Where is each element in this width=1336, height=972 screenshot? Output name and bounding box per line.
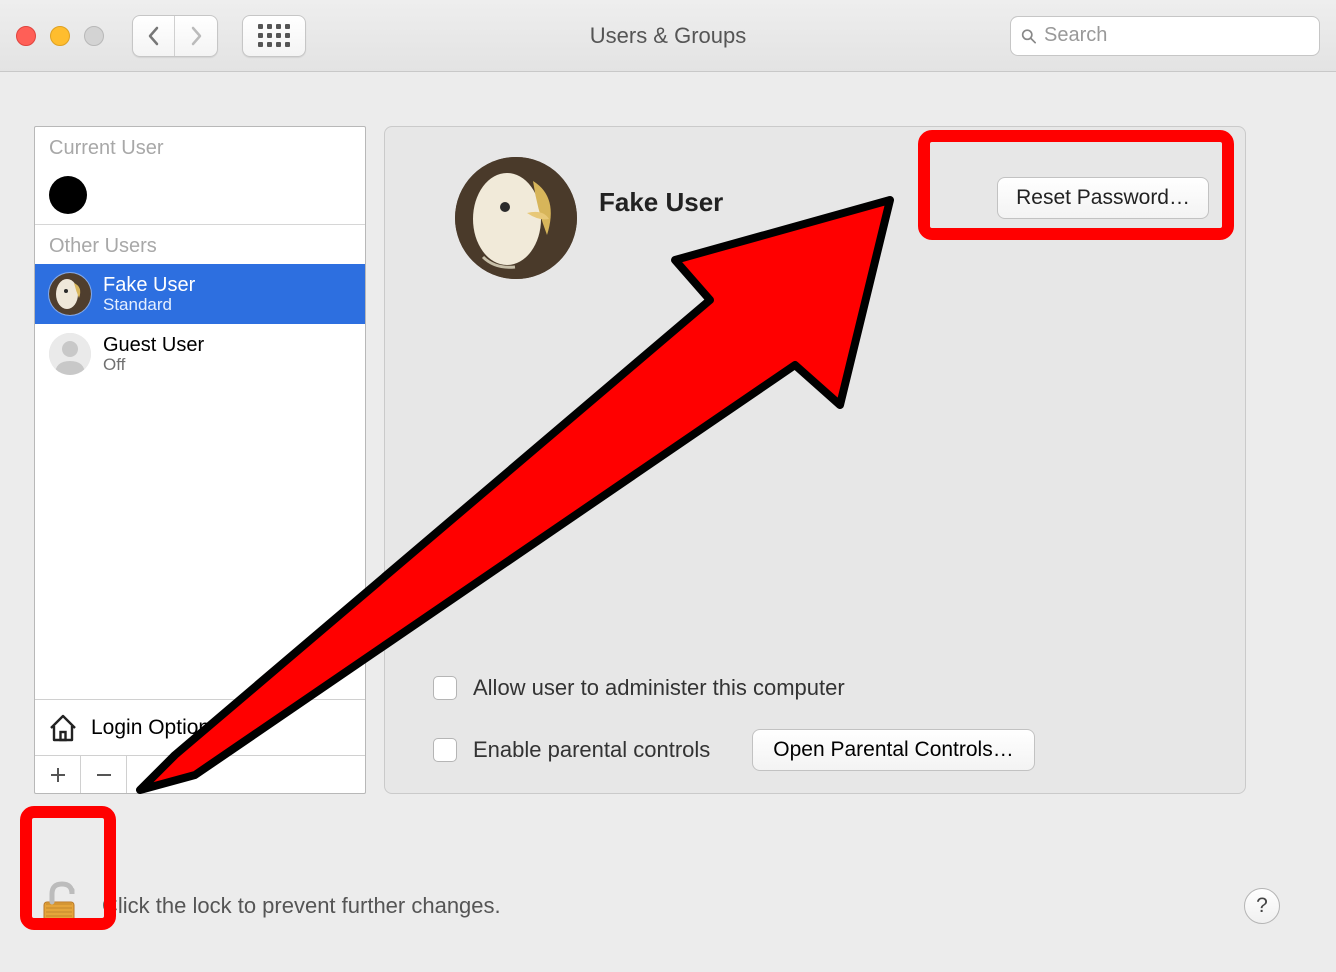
user-detail-panel: Fake User Reset Password… Allow user to … <box>384 126 1246 794</box>
open-parental-controls-button[interactable]: Open Parental Controls… <box>752 729 1034 771</box>
allow-admin-checkbox[interactable] <box>433 676 457 700</box>
current-user-row[interactable] <box>35 166 365 224</box>
search-icon <box>1021 27 1036 45</box>
help-button[interactable]: ? <box>1244 888 1280 924</box>
search-input[interactable] <box>1044 24 1309 47</box>
user-avatar-large[interactable] <box>455 157 577 279</box>
titlebar: Users & Groups <box>0 0 1336 72</box>
help-label: ? <box>1256 894 1268 918</box>
lock-text: Click the lock to prevent further change… <box>102 893 501 919</box>
user-sidebar: Current User Other Users Fake User Stand… <box>34 126 366 794</box>
add-user-button[interactable] <box>35 756 81 793</box>
close-window-button[interactable] <box>16 26 36 46</box>
sidebar-user-name: Guest User <box>103 334 204 356</box>
parental-controls-label: Enable parental controls <box>473 737 710 763</box>
minimize-window-button[interactable] <box>50 26 70 46</box>
user-avatar-icon <box>49 333 91 375</box>
add-remove-bar <box>35 755 365 793</box>
lock-row: Click the lock to prevent further change… <box>34 880 1280 932</box>
parental-controls-checkbox[interactable] <box>433 738 457 762</box>
user-avatar-icon <box>49 273 91 315</box>
sidebar-item-fake-user[interactable]: Fake User Standard <box>35 264 365 324</box>
nav-back-forward <box>132 15 218 57</box>
search-field[interactable] <box>1010 16 1320 56</box>
sidebar-user-name: Fake User <box>103 274 195 296</box>
current-user-header: Current User <box>35 127 365 166</box>
window-controls <box>16 26 104 46</box>
detail-username: Fake User <box>599 187 723 218</box>
grid-icon <box>258 24 290 47</box>
allow-admin-label: Allow user to administer this computer <box>473 675 845 701</box>
sidebar-user-role: Off <box>103 356 204 375</box>
other-users-header: Other Users <box>35 225 365 264</box>
login-options-button[interactable]: Login Options <box>35 699 365 755</box>
window-title: Users & Groups <box>590 23 747 49</box>
remove-user-button[interactable] <box>81 756 127 793</box>
show-all-button[interactable] <box>242 15 306 57</box>
maximize-window-button <box>84 26 104 46</box>
allow-admin-row: Allow user to administer this computer <box>433 675 845 701</box>
back-button[interactable] <box>133 16 175 56</box>
login-options-label: Login Options <box>91 716 221 740</box>
house-icon <box>47 712 79 744</box>
lock-icon[interactable] <box>34 880 86 932</box>
reset-password-button[interactable]: Reset Password… <box>997 177 1209 219</box>
current-user-avatar <box>49 176 87 214</box>
sidebar-item-guest-user[interactable]: Guest User Off <box>35 324 365 384</box>
parental-controls-row: Enable parental controls Open Parental C… <box>433 729 1035 771</box>
sidebar-user-role: Standard <box>103 296 195 315</box>
forward-button[interactable] <box>175 16 217 56</box>
